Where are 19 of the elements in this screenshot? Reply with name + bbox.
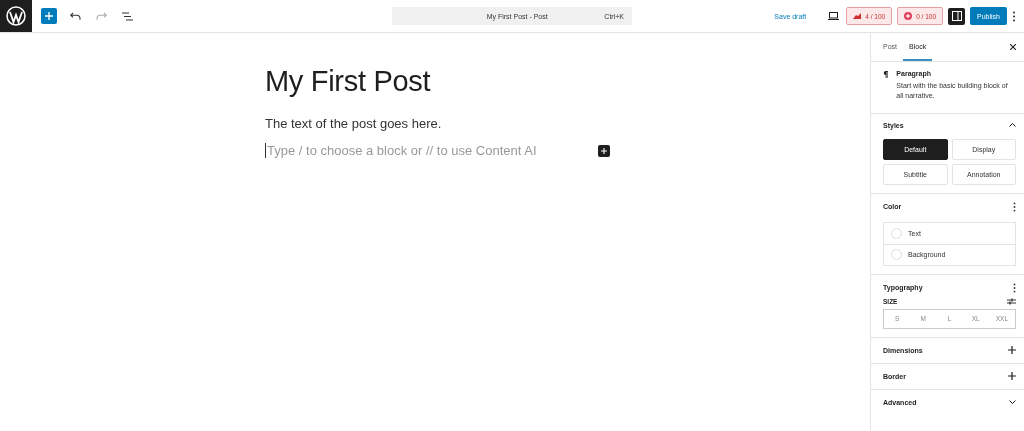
chevron-up-icon[interactable] xyxy=(1009,123,1016,128)
paragraph-text[interactable]: The text of the post goes here. xyxy=(265,116,870,131)
more-options-icon[interactable] xyxy=(1013,201,1016,212)
plus-icon[interactable] xyxy=(1008,346,1016,355)
more-options-icon[interactable] xyxy=(1012,10,1016,22)
post-title[interactable]: My First Post xyxy=(265,65,870,98)
settings-toggle-button[interactable] xyxy=(948,7,966,25)
chevron-down-icon[interactable] xyxy=(1009,400,1016,405)
wordpress-logo-icon[interactable] xyxy=(0,0,32,32)
sliders-icon[interactable] xyxy=(1007,297,1016,305)
plus-icon xyxy=(601,147,607,154)
more-options-icon[interactable] xyxy=(1013,282,1016,293)
add-block-button[interactable] xyxy=(598,144,610,157)
plus-icon[interactable] xyxy=(1008,372,1016,381)
readability-icon xyxy=(904,12,913,20)
pilcrow-icon xyxy=(883,70,889,79)
close-icon[interactable] xyxy=(1010,44,1016,50)
rank-icon xyxy=(853,13,862,19)
plus-icon xyxy=(45,12,53,20)
